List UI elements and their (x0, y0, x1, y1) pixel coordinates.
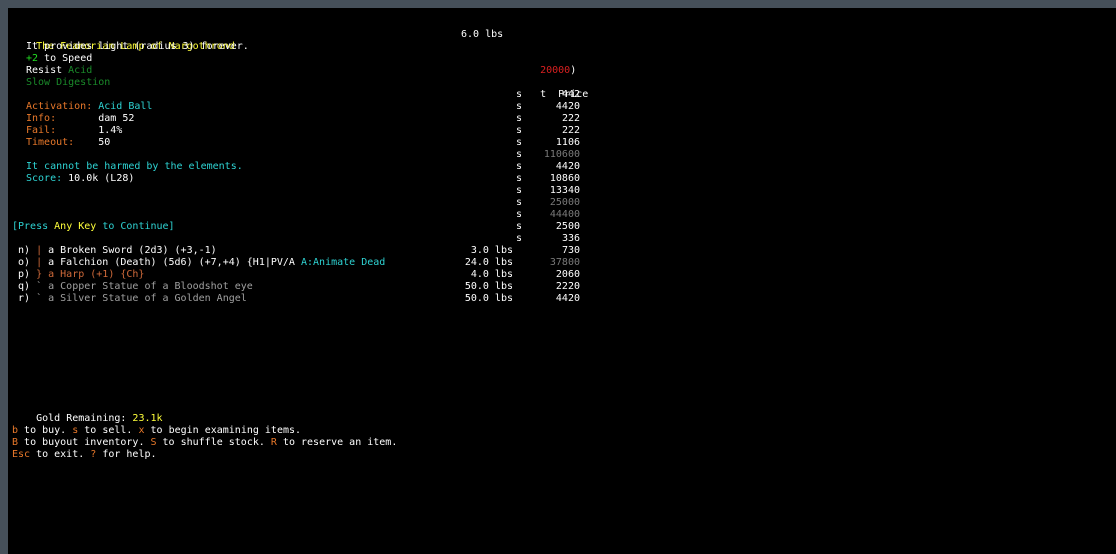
help-line: Esc to exit. ? for help. (12, 449, 157, 461)
text-segment: +2 (26, 53, 39, 64)
text-segment: 1.4% (98, 125, 123, 136)
price-row: s 336 (516, 233, 580, 245)
text-segment: It cannot be harmed by the elements. (26, 161, 243, 172)
price-value: 110600 (543, 149, 580, 160)
description-line: Activation: Acid Ball (26, 101, 152, 113)
price-value: 442 (561, 89, 580, 100)
item-weight: 3.0 lbs (470, 245, 513, 256)
gold-remaining: Gold Remaining: 23.1k (36, 413, 163, 424)
price-value: 10860 (549, 173, 580, 184)
price-row: s 222 (516, 113, 580, 125)
command-key: Esc (12, 449, 31, 460)
price-value: 4420 (555, 161, 580, 172)
description-line: Score: 10.0k (L28) (26, 173, 134, 185)
store-item-row[interactable]: n) | a Broken Sword (2d3) (+3,-1) 3.0 lbs (18, 245, 513, 257)
price-value: 44400 (549, 209, 580, 220)
price-value: 37800 (549, 257, 580, 268)
help-text: to reserve an item. (276, 437, 398, 448)
description-line: +2 to Speed (26, 53, 92, 65)
price-value: 222 (561, 125, 580, 136)
continue-prompt[interactable]: [Press Any Key to Continue] (12, 221, 175, 233)
price-header: t Price (540, 89, 589, 100)
price-row: s 2500 (516, 221, 580, 233)
help-line: b to buy. s to sell. x to begin examinin… (12, 425, 301, 437)
description-line: Slow Digestion (26, 77, 110, 89)
price-value: 2500 (555, 221, 580, 232)
item-weight: 24.0 lbs (464, 257, 513, 268)
help-line: B to buyout inventory. S to shuffle stoc… (12, 437, 397, 449)
price-row: s 10860 (516, 173, 580, 185)
item-title-row: The Feanorian Lamp of Nargothrond (12, 29, 235, 52)
text-segment: Activation: (26, 101, 99, 112)
price-value: 2220 (555, 281, 580, 292)
prompt-text: Any Key (54, 221, 97, 232)
price-value: 730 (561, 245, 580, 256)
text-segment: Slow Digestion (26, 77, 111, 88)
price-row: 2220 (516, 281, 580, 293)
text-segment: dam 52 (98, 113, 135, 124)
item-weight: 50.0 lbs (464, 281, 513, 292)
price-row: s 110600 (516, 149, 580, 161)
price-row: s 4420 (516, 161, 580, 173)
price-row: s 1106 (516, 137, 580, 149)
prompt-text: to Continue] (96, 221, 175, 232)
price-row: 4420 (516, 293, 580, 305)
store-item-row[interactable]: o) | a Falchion (Death) (5d6) (+7,+4) {H… (18, 257, 513, 269)
game-terminal: The Feanorian Lamp of Nargothrond 6.0 lb… (8, 8, 1116, 554)
description-line: It cannot be harmed by the elements. (26, 161, 243, 173)
price-value: 2060 (555, 269, 580, 280)
price-value: 25000 (549, 197, 580, 208)
text-segment: Score: (26, 173, 69, 184)
description-line: Resist Acid (26, 65, 92, 77)
price-value: 13340 (549, 185, 580, 196)
price-row: s 13340 (516, 185, 580, 197)
item-weight: 6.0 lbs (461, 29, 504, 40)
help-text: to begin examining items. (144, 425, 302, 436)
help-text: to shuffle stock. (156, 437, 271, 448)
text-segment: Acid Ball (98, 101, 153, 112)
price-value: 1106 (555, 137, 580, 148)
text-segment: Acid (68, 65, 93, 76)
text-segment: 10.0k (L28) (68, 173, 135, 184)
description-line: It provides light (radius 3) forever. (26, 41, 249, 53)
price-row: s 222 (516, 125, 580, 137)
price-row: s 4420 (516, 101, 580, 113)
help-text: for help. (96, 449, 157, 460)
price-value: 336 (561, 233, 580, 244)
price-row: 2060 (516, 269, 580, 281)
price-row: s 442 (516, 89, 580, 101)
help-text: to buyout inventory. (18, 437, 151, 448)
price-value: 4420 (555, 293, 580, 304)
text-segment: Fail: (26, 125, 99, 136)
price-row: 37800 (516, 257, 580, 269)
store-item-row[interactable]: q) ` a Copper Statue of a Bloodshot eye 5… (18, 281, 513, 293)
description-line: Info: dam 52 (26, 113, 134, 125)
gold-value: 23.1k (132, 413, 163, 424)
store-item-row[interactable]: p) } a Harp (+1) {Ch} 4.0 lbs (18, 269, 513, 281)
item-weight: 4.0 lbs (470, 269, 513, 280)
store-item-row[interactable]: r) ` a Silver Statue of a Golden Angel 50… (18, 293, 513, 305)
text-segment: It provides light (radius 3) forever. (26, 41, 249, 52)
price-row: 730 (516, 245, 580, 257)
text-segment: to Speed (38, 53, 93, 64)
partial-price: 20000) (540, 65, 577, 76)
prompt-text: [Press (12, 221, 55, 232)
price-value: 222 (561, 113, 580, 124)
help-text: to exit. (30, 449, 91, 460)
description-line: Timeout: 50 (26, 137, 110, 149)
item-weight: 50.0 lbs (464, 293, 513, 304)
price-row: s 44400 (516, 209, 580, 221)
price-row: s 25000 (516, 197, 580, 209)
help-text: to sell. (78, 425, 139, 436)
description-line: Fail: 1.4% (26, 125, 122, 137)
help-text: to buy. (18, 425, 73, 436)
text-segment: Resist (26, 65, 69, 76)
price-value: 4420 (555, 101, 580, 112)
text-segment: 50 (98, 137, 111, 148)
text-segment: Info: (26, 113, 99, 124)
text-segment: Timeout: (26, 137, 99, 148)
